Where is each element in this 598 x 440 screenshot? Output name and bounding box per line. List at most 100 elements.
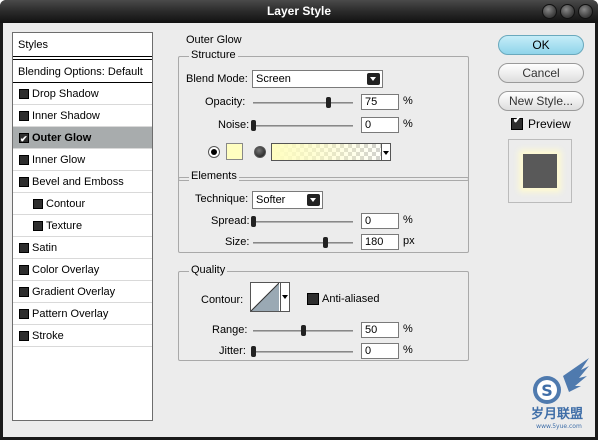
blend-mode-select[interactable]: Screen — [252, 70, 383, 88]
range-input[interactable]: 50 — [361, 322, 399, 338]
style-items: Drop Shadow Inner Shadow Outer Glow Inner G… — [13, 83, 152, 347]
style-checkbox[interactable] — [19, 155, 29, 165]
anti-aliased-label: Anti-aliased — [322, 293, 380, 305]
styles-list: Styles Blending Options: Default Drop Sh… — [12, 32, 153, 421]
size-input[interactable]: 180 — [361, 234, 399, 250]
spread-input[interactable]: 0 — [361, 213, 399, 229]
quality-group: Quality Contour: Anti-aliased Range: 50 … — [178, 264, 469, 361]
style-item-label: Gradient Overlay — [32, 286, 116, 298]
style-checkbox[interactable] — [19, 128, 29, 150]
structure-title: Structure — [189, 49, 238, 61]
jitter-input[interactable]: 0 — [361, 343, 399, 359]
jitter-label: Jitter: — [219, 345, 246, 357]
style-item-stroke[interactable]: Stroke — [13, 325, 152, 347]
style-item-pattern-overlay[interactable]: Pattern Overlay — [13, 303, 152, 325]
size-label: Size: — [225, 236, 250, 248]
style-checkbox[interactable] — [19, 265, 29, 275]
style-item-label: Stroke — [32, 330, 64, 342]
chevron-down-icon[interactable] — [381, 143, 391, 161]
svg-text:S: S — [541, 381, 553, 400]
layer-style-dialog: Layer Style Styles Blending Options: Def… — [0, 0, 598, 440]
opacity-slider[interactable] — [253, 97, 353, 108]
style-item-drop-shadow[interactable]: Drop Shadow — [13, 83, 152, 105]
minimize-button[interactable] — [542, 4, 557, 19]
spread-slider[interactable] — [251, 216, 353, 227]
style-item-color-overlay[interactable]: Color Overlay — [13, 259, 152, 281]
blend-mode-label: Blend Mode: — [186, 73, 248, 85]
style-checkbox[interactable] — [19, 177, 29, 187]
style-item-outer-glow[interactable]: Outer Glow — [13, 127, 152, 150]
close-button[interactable] — [578, 4, 593, 19]
style-item-label: Drop Shadow — [32, 88, 99, 100]
new-style-button[interactable]: New Style... — [498, 91, 584, 111]
preview-swatch — [523, 154, 557, 188]
jitter-slider[interactable] — [251, 346, 353, 357]
gradient-radio[interactable] — [254, 146, 266, 158]
range-unit: % — [403, 323, 413, 335]
style-item-texture[interactable]: Texture — [13, 215, 152, 237]
technique-label: Technique: — [195, 193, 249, 205]
noise-input[interactable]: 0 — [361, 117, 399, 133]
style-item-label: Inner Glow — [32, 154, 86, 166]
style-checkbox[interactable] — [33, 221, 43, 231]
style-checkbox[interactable] — [19, 287, 29, 297]
dialog-body: Styles Blending Options: Default Drop Sh… — [3, 23, 595, 437]
elements-title: Elements — [189, 170, 239, 182]
style-item-inner-shadow[interactable]: Inner Shadow — [13, 105, 152, 127]
spread-unit: % — [403, 214, 413, 226]
style-item-satin[interactable]: Satin — [13, 237, 152, 259]
chevron-down-icon — [367, 73, 380, 85]
elements-group: Elements Technique: Softer Spread: 0 % S… — [178, 170, 469, 253]
opacity-slider-thumb[interactable] — [326, 97, 331, 108]
contour-picker[interactable] — [250, 282, 290, 312]
gradient-picker[interactable] — [271, 143, 391, 161]
noise-slider[interactable] — [251, 120, 353, 131]
style-item-bevel-and-emboss[interactable]: Bevel and Emboss — [13, 171, 152, 193]
chevron-down-icon[interactable] — [280, 282, 290, 312]
anti-aliased-checkbox[interactable] — [307, 293, 319, 305]
range-slider[interactable] — [253, 325, 353, 336]
range-slider-thumb[interactable] — [301, 325, 306, 336]
size-slider[interactable] — [253, 237, 353, 248]
style-checkbox[interactable] — [19, 89, 29, 99]
range-label: Range: — [212, 324, 248, 336]
style-preview — [508, 139, 572, 203]
style-item-label: Contour — [46, 198, 86, 210]
style-item-label: Outer Glow — [32, 132, 92, 144]
section-title: Outer Glow — [186, 34, 242, 46]
spread-slider-thumb[interactable] — [251, 216, 256, 227]
jitter-slider-thumb[interactable] — [251, 346, 256, 357]
style-checkbox[interactable] — [19, 243, 29, 253]
preview-label: Preview — [528, 117, 571, 131]
noise-label: Noise: — [218, 119, 250, 131]
style-item-label: Pattern Overlay — [32, 308, 109, 320]
size-unit: px — [403, 235, 415, 247]
preview-checkbox[interactable] — [511, 115, 523, 130]
noise-slider-thumb[interactable] — [251, 120, 256, 131]
noise-unit: % — [403, 118, 413, 130]
glow-color-swatch[interactable] — [226, 143, 243, 160]
opacity-input[interactable]: 75 — [361, 94, 399, 110]
style-item-contour[interactable]: Contour — [13, 193, 152, 215]
style-checkbox[interactable] — [19, 309, 29, 319]
ok-button[interactable]: OK — [498, 35, 584, 55]
style-checkbox[interactable] — [33, 199, 43, 209]
style-item-gradient-overlay[interactable]: Gradient Overlay — [13, 281, 152, 303]
chevron-down-icon — [307, 194, 320, 206]
maximize-button[interactable] — [560, 4, 575, 19]
style-checkbox[interactable] — [19, 111, 29, 121]
style-checkbox[interactable] — [19, 331, 29, 341]
blending-options-item[interactable]: Blending Options: Default — [13, 59, 152, 83]
style-item-label: Color Overlay — [32, 264, 100, 276]
style-item-label: Texture — [46, 220, 83, 232]
technique-value: Softer — [256, 194, 286, 206]
styles-header[interactable]: Styles — [13, 33, 152, 57]
size-slider-thumb[interactable] — [323, 237, 328, 248]
opacity-unit: % — [403, 95, 413, 107]
solid-color-radio[interactable] — [208, 146, 220, 158]
structure-group: Structure Blend Mode: Screen Opacity: 75… — [178, 49, 469, 181]
cancel-button[interactable]: Cancel — [498, 63, 584, 83]
style-item-inner-glow[interactable]: Inner Glow — [13, 149, 152, 171]
opacity-label: Opacity: — [205, 96, 246, 108]
technique-select[interactable]: Softer — [252, 191, 323, 209]
